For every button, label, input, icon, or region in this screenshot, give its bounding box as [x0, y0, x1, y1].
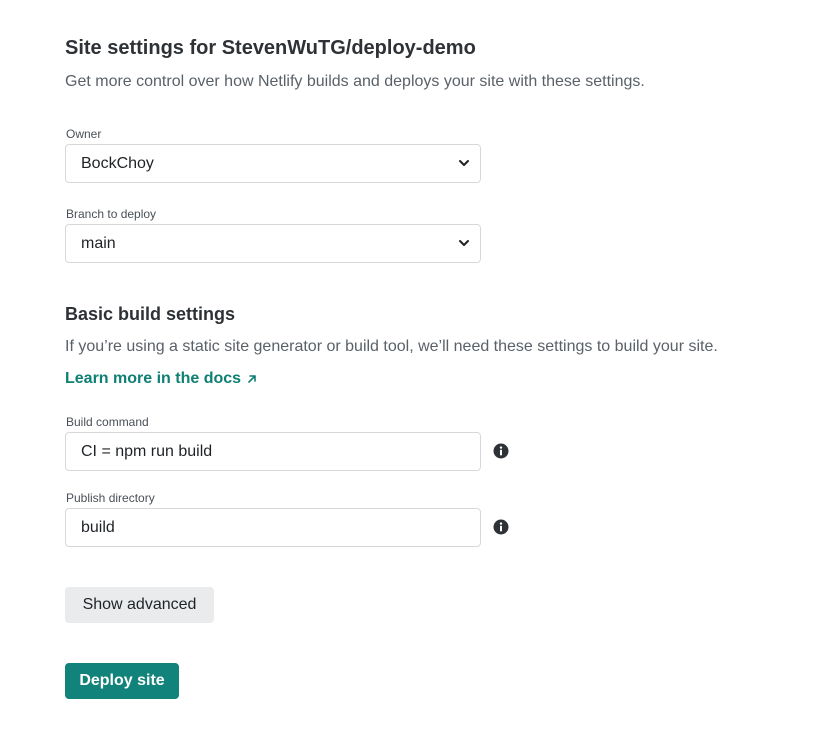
build-command-label: Build command — [66, 415, 149, 429]
build-settings-description: If you’re using a static site generator … — [65, 338, 718, 355]
owner-select[interactable]: BockChoy — [65, 144, 481, 183]
info-icon[interactable] — [493, 519, 509, 535]
show-advanced-button[interactable]: Show advanced — [65, 587, 214, 623]
deploy-site-button[interactable]: Deploy site — [65, 663, 179, 699]
build-command-value: CI = npm run build — [81, 442, 213, 460]
info-icon[interactable] — [493, 443, 509, 459]
external-arrow-icon — [248, 375, 256, 383]
publish-directory-label: Publish directory — [66, 491, 155, 505]
branch-select[interactable]: main — [65, 224, 481, 263]
publish-directory-value: build — [81, 518, 115, 536]
owner-label: Owner — [66, 127, 102, 141]
branch-label: Branch to deploy — [66, 207, 157, 221]
page-subtitle: Get more control over how Netlify builds… — [65, 73, 645, 90]
site-settings-page: Site settings for StevenWuTG/deploy-demo… — [0, 0, 831, 747]
build-command-input[interactable]: CI = npm run build — [65, 432, 481, 471]
publish-directory-input[interactable]: build — [65, 508, 481, 547]
docs-link[interactable]: Learn more in the docs — [65, 370, 258, 388]
page-title: Site settings for StevenWuTG/deploy-demo — [65, 37, 476, 59]
build-settings-title: Basic build settings — [65, 304, 236, 324]
branch-select-value: main — [81, 234, 116, 252]
chevron-down-icon — [459, 160, 469, 166]
docs-link-label: Learn more in the docs — [65, 370, 242, 387]
owner-select-value: BockChoy — [81, 154, 154, 172]
chevron-down-icon — [459, 240, 469, 246]
